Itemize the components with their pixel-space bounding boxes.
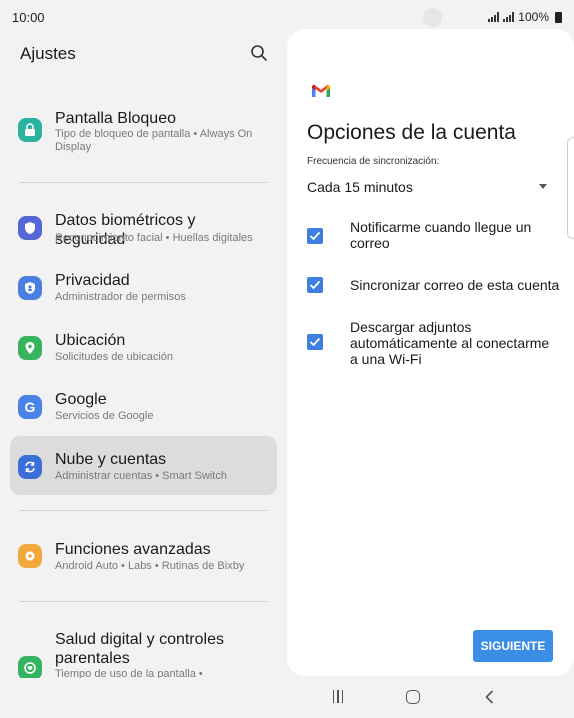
settings-header: Ajustes bbox=[20, 44, 276, 64]
settings-item-privacy[interactable]: Privacidad Administrador de permisos bbox=[10, 271, 277, 307]
option-download-attachments-wifi[interactable]: Descargar adjuntos automáticamente al co… bbox=[307, 319, 557, 369]
sync-frequency-label: Frecuencia de sincronización: bbox=[307, 156, 440, 167]
divider bbox=[20, 510, 268, 511]
item-title: Google bbox=[55, 391, 107, 408]
checkbox-checked-icon[interactable] bbox=[307, 228, 323, 244]
settings-item-advanced-features[interactable]: Funciones avanzadas Android Auto • Labs … bbox=[10, 540, 277, 576]
settings-item-cloud-accounts[interactable]: Nube y cuentas Administrar cuentas • Sma… bbox=[10, 449, 277, 485]
checkbox-checked-icon[interactable] bbox=[307, 334, 323, 350]
page-title: Ajustes bbox=[20, 44, 76, 63]
signal-icon bbox=[488, 12, 500, 22]
battery-percent: 100% bbox=[518, 10, 549, 24]
option-label: Notificarme cuando llegue un correo bbox=[350, 219, 532, 251]
settings-item-biometrics[interactable]: Datos biométricos y seguridad Reconocimi… bbox=[10, 211, 277, 248]
back-icon[interactable] bbox=[483, 690, 497, 704]
status-icons: 100% bbox=[488, 10, 562, 24]
item-subtitle: Tipo de bloqueo de pantalla • Always On … bbox=[55, 128, 253, 153]
item-subtitle: Android Auto • Labs • Rutinas de Bixby bbox=[55, 560, 245, 572]
gear-plus-icon bbox=[18, 544, 42, 568]
item-subtitle: Solicitudes de ubicación bbox=[55, 351, 174, 363]
camera-cutout bbox=[423, 8, 442, 27]
item-subtitle: Administrador de permisos bbox=[55, 291, 186, 303]
option-label: Descargar adjuntos automáticamente al co… bbox=[350, 319, 550, 367]
checkbox-checked-icon[interactable] bbox=[307, 277, 323, 293]
sync-frequency-value: Cada 15 minutos bbox=[307, 179, 413, 195]
digital-wellbeing-icon bbox=[18, 656, 42, 678]
sync-icon bbox=[18, 455, 42, 479]
option-sync-account-mail[interactable]: Sincronizar correo de esta cuenta bbox=[307, 276, 559, 294]
item-title: Pantalla Bloqueo bbox=[55, 110, 176, 127]
dropdown-arrow-icon bbox=[539, 184, 547, 189]
option-notify-new-mail[interactable]: Notificarme cuando llegue un correo bbox=[307, 219, 557, 253]
item-subtitle: Tiempo de uso de la pantalla • bbox=[55, 668, 203, 678]
lock-icon bbox=[18, 118, 42, 142]
item-title: Privacidad bbox=[55, 272, 130, 289]
status-time: 10:00 bbox=[12, 10, 45, 25]
settings-item-google[interactable]: G Google Servicios de Google bbox=[10, 390, 277, 426]
sync-frequency-dropdown[interactable]: Cada 15 minutos bbox=[307, 179, 547, 199]
item-title: Ubicación bbox=[55, 332, 126, 349]
divider bbox=[20, 601, 268, 602]
shield-icon bbox=[18, 216, 42, 240]
settings-item-digital-wellbeing[interactable]: Salud digital y controles parentales Tie… bbox=[10, 630, 277, 678]
gmail-icon bbox=[312, 84, 330, 97]
item-subtitle: Reconocimiento facial • Huellas digitale… bbox=[55, 232, 253, 244]
home-icon[interactable] bbox=[406, 690, 420, 704]
panel-edge-handle[interactable] bbox=[567, 137, 574, 239]
battery-icon bbox=[555, 11, 562, 23]
search-icon[interactable] bbox=[250, 44, 268, 62]
item-subtitle: Servicios de Google bbox=[55, 410, 154, 422]
account-options-panel: Opciones de la cuenta Frecuencia de sinc… bbox=[287, 29, 574, 676]
item-title: Salud digital y controles parentales bbox=[55, 631, 224, 667]
item-title: Funciones avanzadas bbox=[55, 541, 211, 558]
option-label: Sincronizar correo de esta cuenta bbox=[350, 277, 560, 293]
item-subtitle: Administrar cuentas • Smart Switch bbox=[55, 470, 227, 482]
panel-title: Opciones de la cuenta bbox=[307, 121, 516, 144]
item-title: Nube y cuentas bbox=[55, 451, 167, 468]
signal-icon-2 bbox=[503, 12, 515, 22]
settings-item-location[interactable]: Ubicación Solicitudes de ubicación bbox=[10, 331, 277, 367]
location-pin-icon bbox=[18, 336, 42, 360]
divider bbox=[20, 182, 268, 183]
settings-item-lock-screen[interactable]: Pantalla Bloqueo Tipo de bloqueo de pant… bbox=[10, 108, 277, 158]
next-button[interactable]: SIGUIENTE bbox=[473, 630, 553, 662]
google-g-icon: G bbox=[18, 395, 42, 419]
recent-apps-icon[interactable] bbox=[331, 690, 345, 704]
privacy-shield-icon bbox=[18, 276, 42, 300]
